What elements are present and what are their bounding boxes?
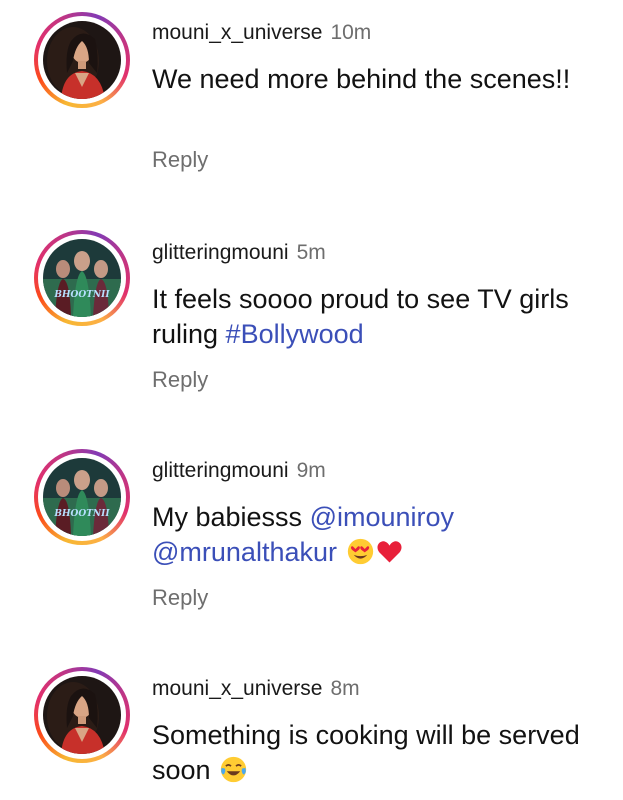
portrait-red-dress-image	[43, 676, 121, 754]
comment-text-content: My babiesss	[152, 502, 310, 532]
avatar[interactable]	[43, 676, 121, 754]
poster-caption: BHOOTNII	[53, 290, 110, 300]
avatar[interactable]: BHOOTNII	[43, 239, 121, 317]
comment-text: Something is cooking will be served soon	[152, 718, 592, 788]
poster-caption: BHOOTNII	[53, 509, 110, 519]
mention-link[interactable]: @imouniroy	[310, 502, 454, 532]
comment-text-content: Something is cooking will be served soon	[152, 720, 580, 785]
portrait-red-dress-image	[43, 21, 121, 99]
username[interactable]: glitteringmouni	[152, 241, 289, 264]
avatar[interactable]	[43, 21, 121, 99]
timestamp: 8m	[330, 677, 360, 700]
timestamp: 9m	[296, 459, 326, 482]
bhoothnii-poster-image: BHOOTNII	[43, 458, 121, 536]
story-ring[interactable]: BHOOTNII	[34, 449, 130, 545]
story-ring[interactable]	[34, 12, 130, 108]
tears-of-joy-emoji	[220, 756, 247, 783]
comments-list: mouni_x_universe 10m We need more behind …	[0, 0, 623, 800]
username[interactable]: glitteringmouni	[152, 459, 289, 482]
comment-header: mouni_x_universe 8m	[152, 676, 360, 702]
comment-text-content: We need more behind the scenes!!	[152, 64, 571, 94]
comment-text: We need more behind the scenes!!	[152, 62, 592, 97]
comment-text: It feels soooo proud to see TV girls rul…	[152, 282, 592, 352]
reply-button[interactable]: Reply	[152, 146, 208, 174]
story-ring[interactable]	[34, 667, 130, 763]
red-heart-emoji	[376, 538, 403, 565]
comment-text: My babiesss @imouniroy @mrunalthakur	[152, 500, 592, 570]
reply-button[interactable]: Reply	[152, 366, 208, 394]
comment-header: glitteringmouni 5m	[152, 240, 326, 266]
username[interactable]: mouni_x_universe	[152, 677, 322, 700]
reply-button[interactable]: Reply	[152, 584, 208, 612]
comment-header: glitteringmouni 9m	[152, 458, 326, 484]
bhoothnii-poster-image: BHOOTNII	[43, 239, 121, 317]
story-ring[interactable]: BHOOTNII	[34, 230, 130, 326]
avatar[interactable]: BHOOTNII	[43, 458, 121, 536]
timestamp: 5m	[296, 241, 326, 264]
mention-link[interactable]: @mrunalthakur	[152, 537, 337, 567]
timestamp: 10m	[330, 21, 372, 44]
username[interactable]: mouni_x_universe	[152, 21, 322, 44]
comment-header: mouni_x_universe 10m	[152, 20, 371, 46]
hashtag-link[interactable]: #Bollywood	[226, 319, 364, 349]
heart-eyes-emoji	[347, 538, 374, 565]
